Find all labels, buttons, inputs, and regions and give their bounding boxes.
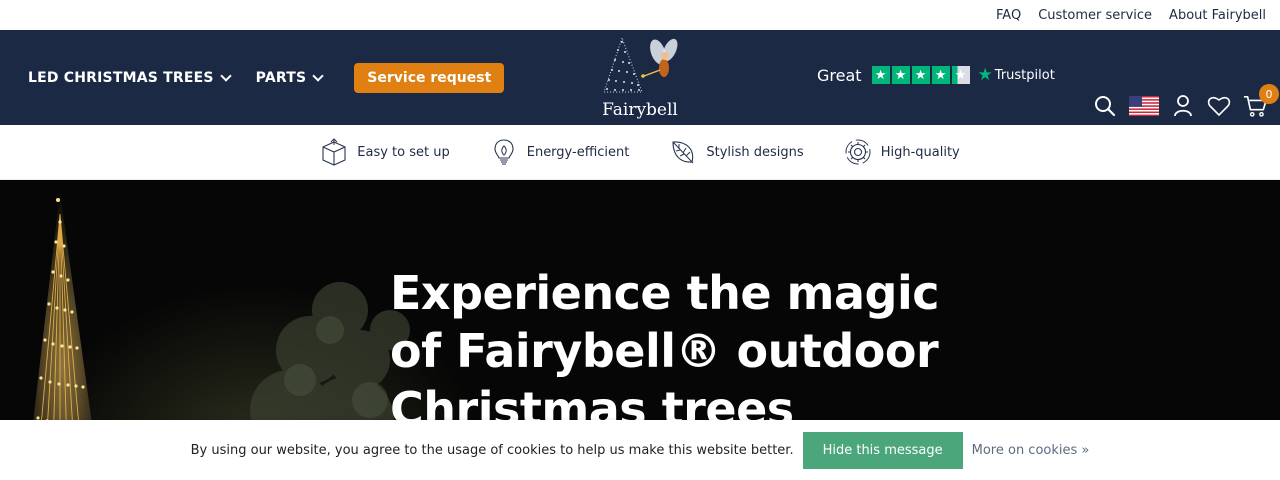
usp-label: Energy-efficient (526, 144, 630, 160)
usp-label: Easy to set up (357, 144, 450, 160)
star-icon: ★ (891, 66, 910, 84)
cookie-message: By using our website, you agree to the u… (190, 442, 794, 458)
trustpilot-widget[interactable]: Great ★ ★ ★ ★ ★ ★ Trustpilot (817, 65, 1055, 85)
nav-item-parts[interactable]: PARTS (255, 69, 324, 86)
more-on-cookies-link[interactable]: More on cookies » (972, 443, 1090, 458)
account-icon[interactable] (1171, 94, 1195, 118)
cart-icon[interactable]: 0 (1243, 84, 1279, 118)
cookie-banner: By using our website, you agree to the u… (0, 420, 1280, 480)
gear-icon (845, 139, 871, 165)
chevron-down-icon (220, 69, 232, 82)
service-request-button[interactable]: Service request (354, 62, 505, 93)
star-icon: ★ (931, 66, 950, 84)
usp-label: Stylish designs (706, 144, 804, 160)
hide-cookie-message-button[interactable]: Hide this message (802, 431, 963, 469)
usp-item: High-quality (844, 138, 960, 166)
chevron-down-icon (312, 69, 324, 82)
search-icon[interactable] (1093, 94, 1117, 118)
usp-item: Energy-efficient (490, 138, 630, 166)
star-icon: ★ (951, 66, 970, 84)
nav-item-label: PARTS (255, 69, 307, 86)
customer-service-link[interactable]: Customer service (1038, 8, 1152, 23)
lightbulb-icon (494, 139, 514, 165)
usp-item: Easy to set up (320, 138, 450, 166)
nav-item-led-christmas-trees[interactable]: LED CHRISTMAS TREES (28, 69, 232, 86)
hero-title-line: Experience the magic (390, 266, 940, 320)
cart-count-badge: 0 (1259, 84, 1279, 104)
star-icon: ★ (911, 66, 930, 84)
star-icon: ★ (871, 66, 890, 84)
logo-wordmark: Fairybell (602, 100, 678, 120)
usp-item: Stylish designs (669, 138, 804, 166)
fairybell-logo[interactable]: Fairybell (596, 36, 684, 120)
us-flag-icon[interactable] (1129, 96, 1159, 116)
about-link[interactable]: About Fairybell (1169, 8, 1266, 23)
main-navigation: LED CHRISTMAS TREES PARTS Service reques… (0, 30, 1280, 125)
hero-title: Experience the magic of Fairybell® outdo… (390, 264, 990, 438)
nav-item-label: LED CHRISTMAS TREES (28, 69, 214, 86)
wishlist-heart-icon[interactable] (1207, 94, 1231, 118)
trustpilot-stars: ★ ★ ★ ★ ★ (871, 66, 970, 84)
rating-word: Great (817, 65, 862, 85)
box-icon (322, 138, 346, 166)
trustpilot-star-icon: ★ (977, 65, 993, 85)
fairy-tree-logo-icon (603, 36, 678, 93)
usp-label: High-quality (880, 144, 960, 160)
faq-link[interactable]: FAQ (996, 8, 1021, 23)
usp-strip: Easy to set up Energy-efficient Stylish … (0, 125, 1280, 180)
trustpilot-label: Trustpilot (994, 67, 1055, 83)
trustpilot-logo: ★ Trustpilot (978, 65, 1055, 85)
primary-menu: LED CHRISTMAS TREES PARTS Service reques… (28, 30, 505, 125)
top-utility-bar: FAQ Customer service About Fairybell (0, 0, 1280, 30)
header-actions: 0 (1093, 84, 1279, 120)
hero-title-line: of Fairybell® outdoor (390, 324, 939, 378)
leaf-icon (672, 141, 694, 164)
